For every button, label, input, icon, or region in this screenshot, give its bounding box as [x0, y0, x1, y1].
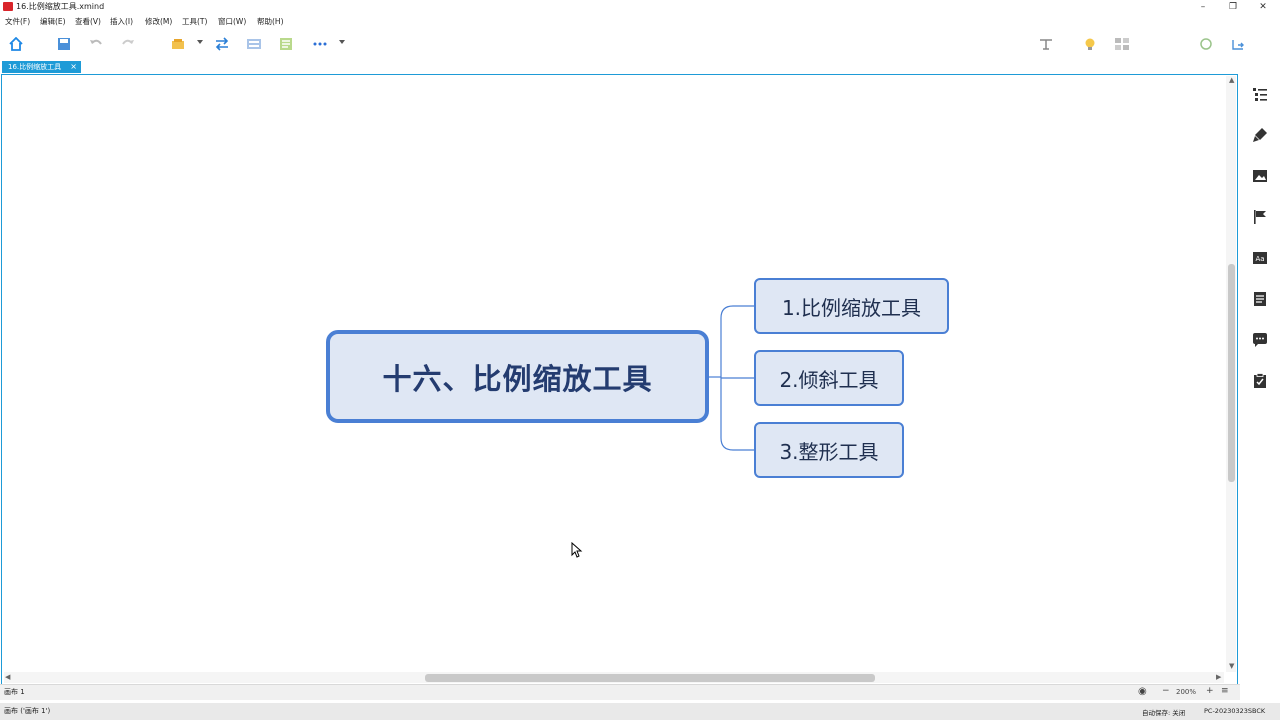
mouse-cursor-icon: [571, 542, 583, 558]
zoom-menu-icon[interactable]: ≡: [1221, 686, 1229, 696]
zoom-level[interactable]: 200%: [1176, 688, 1196, 696]
eye-icon[interactable]: ◉: [1138, 686, 1147, 697]
menu-modify[interactable]: 修改(M): [145, 15, 172, 28]
topic-style-caret-icon[interactable]: [197, 40, 203, 44]
scroll-up-icon[interactable]: ▲: [1229, 76, 1234, 84]
title-bar: 16.比例缩放工具.xmind – ❐ ✕: [0, 0, 1280, 14]
menu-insert[interactable]: 插入(I): [110, 15, 133, 28]
outline-icon[interactable]: [278, 37, 294, 51]
tab-close-icon[interactable]: ×: [70, 61, 77, 73]
share-icon[interactable]: [1198, 37, 1214, 51]
toolbar: bilibili: [0, 30, 1280, 86]
text-style-icon[interactable]: Aa: [1252, 250, 1268, 266]
redo-icon[interactable]: [120, 37, 136, 51]
task-icon[interactable]: [1252, 373, 1268, 389]
scroll-right-icon[interactable]: ▶: [1216, 673, 1221, 681]
document-tab[interactable]: 16.比例缩放工具 ×: [2, 61, 81, 73]
status-bar: 画布 ('画布 1') 自动保存: 关闭 PC-20230323SBCK: [0, 703, 1280, 720]
presentation-icon[interactable]: [1038, 37, 1054, 51]
topic-style-icon[interactable]: [170, 37, 186, 51]
zoom-out-button[interactable]: −: [1162, 686, 1170, 696]
image-icon[interactable]: [1252, 168, 1268, 184]
close-icon[interactable]: ✕: [1248, 0, 1278, 14]
subtopic-scale-tool[interactable]: 1.比例缩放工具: [754, 278, 949, 334]
swap-icon[interactable]: [214, 37, 230, 51]
idea-icon[interactable]: [1082, 37, 1098, 51]
menu-help[interactable]: 帮助(H): [257, 15, 284, 28]
scroll-left-icon[interactable]: ◀: [5, 673, 10, 681]
home-icon[interactable]: [8, 37, 24, 51]
undo-icon[interactable]: [88, 37, 104, 51]
outline-panel-icon[interactable]: [1252, 86, 1268, 102]
central-topic[interactable]: 十六、比例缩放工具: [326, 330, 709, 423]
comment-icon[interactable]: [1252, 332, 1268, 348]
menu-tools[interactable]: 工具(T): [182, 15, 207, 28]
more-caret-icon[interactable]: [339, 40, 345, 44]
scroll-down-icon[interactable]: ▼: [1229, 662, 1234, 670]
status-sheet-info: 画布 ('画布 1'): [4, 707, 51, 715]
subtopic-reshape-tool[interactable]: 3.整形工具: [754, 422, 904, 478]
sheet-bar: 画布 1: [0, 684, 1240, 700]
document-tabstrip: 16.比例缩放工具 ×: [0, 60, 1240, 74]
notes-icon[interactable]: [1252, 291, 1268, 307]
status-autosave[interactable]: 自动保存: 关闭: [1142, 707, 1185, 717]
vertical-scroll-thumb[interactable]: [1228, 264, 1235, 482]
menu-file[interactable]: 文件(F): [5, 15, 30, 28]
menu-edit[interactable]: 编辑(E): [40, 15, 66, 28]
xmind-app-icon: [3, 2, 13, 11]
menu-view[interactable]: 查看(V): [75, 15, 101, 28]
maximize-icon[interactable]: ❐: [1218, 0, 1248, 14]
export-icon[interactable]: [1230, 37, 1246, 51]
layout-icon[interactable]: [246, 37, 262, 51]
window-title: 16.比例缩放工具.xmind: [16, 2, 105, 11]
document-tab-label: 16.比例缩放工具: [8, 63, 62, 71]
zoom-in-button[interactable]: +: [1206, 686, 1214, 696]
svg-text:Aa: Aa: [1255, 255, 1264, 263]
menu-window[interactable]: 窗口(W): [218, 15, 246, 28]
horizontal-scroll-thumb[interactable]: [425, 674, 875, 682]
flag-icon[interactable]: [1252, 209, 1268, 225]
grid-icon[interactable]: [1114, 37, 1130, 51]
status-computer-name: PC-20230323SBCK: [1204, 707, 1266, 715]
menu-bar: 文件(F) 编辑(E) 查看(V) 插入(I) 修改(M) 工具(T) 窗口(W…: [0, 15, 600, 28]
more-icon[interactable]: [312, 37, 328, 51]
sheet-tab[interactable]: 画布 1: [4, 687, 25, 698]
save-icon[interactable]: [56, 37, 72, 51]
subtopic-shear-tool[interactable]: 2.倾斜工具: [754, 350, 904, 406]
minimize-icon[interactable]: –: [1188, 0, 1218, 14]
format-brush-icon[interactable]: [1252, 127, 1268, 143]
